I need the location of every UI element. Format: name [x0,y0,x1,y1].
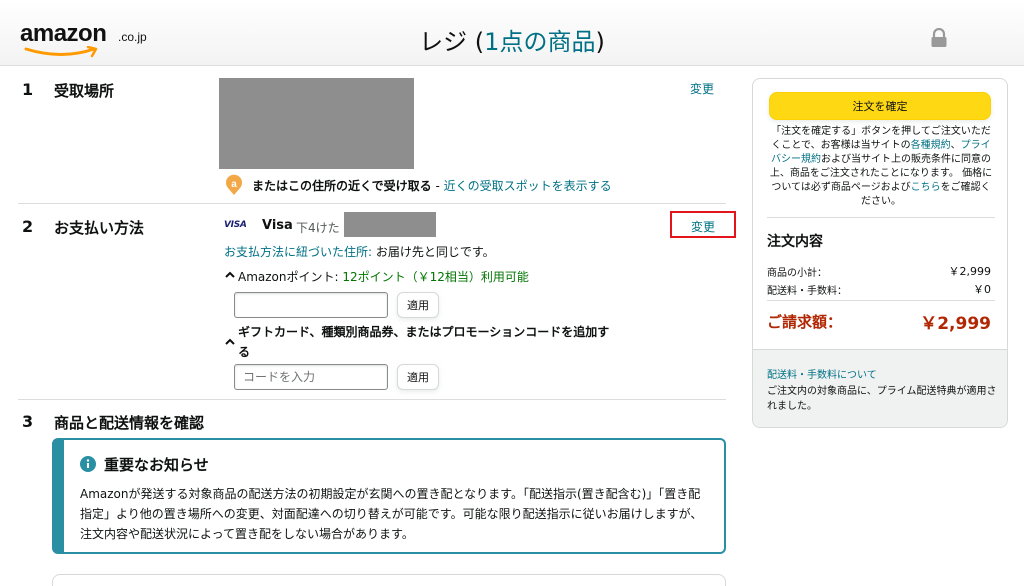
apply-code-button[interactable]: 適用 [397,364,439,390]
place-order-button[interactable]: 注文を確定 [769,92,991,120]
section-divider [18,399,726,400]
nearby-pickup-line: またはこの住所の近くで受け取る - 近くの受取スポットを表示する [252,179,612,193]
billing-address-link[interactable]: お支払方法に紐づいた住所: [224,245,372,259]
order-summary-panel: 注文を確定 「注文を確定する」ボタンを押してご注文いただくことで、お客様は当サイ… [752,78,1008,428]
amazon-points-line: Amazonポイント: 12ポイント（￥12相当）利用可能 [238,270,529,284]
amazon-pickup-pin-icon: a [226,174,242,195]
redacted-card-digits [344,212,436,237]
terms-link[interactable]: 各種規約 [911,140,951,151]
prime-shipping-text: ご注文内の対象商品に、プライム配送特典が適用されました。 [767,386,997,412]
promo-code-input[interactable] [234,364,388,390]
section-divider [18,203,726,204]
apply-points-button[interactable]: 適用 [397,292,439,318]
order-details-heading: 注文内容 [767,234,823,250]
chevron-up-icon[interactable] [224,336,236,348]
section-number-2: 2 [22,217,34,236]
redacted-address [219,78,414,169]
shipping-info-footer: 配送料・手数料について ご注文内の対象商品に、プライム配送特典が適用されました。 [753,349,1007,427]
change-payment-link[interactable]: 変更 [691,218,715,235]
chevron-up-icon[interactable] [224,269,236,281]
section-number-1: 1 [22,80,34,99]
info-icon [80,456,96,472]
summary-divider [767,217,995,218]
order-agreement-notice: 「注文を確定する」ボタンを押してご注文いただくことで、お客様は当サイトの各種規約… [769,126,993,207]
notice-title: 重要なお知らせ [104,456,209,474]
show-pickup-spots-link[interactable]: 近くの受取スポットを表示する [444,179,612,193]
gift-card-promo-label[interactable]: ギフトカード、種類別商品券、またはプロモーションコードを追加する [238,322,618,362]
item-count-link[interactable]: 1点の商品 [484,28,595,56]
visa-card-icon: VISA [224,220,247,230]
section-number-3: 3 [22,412,34,431]
page-title: レジ (1点の商品) [419,28,605,56]
important-notice-box: 重要なお知らせ Amazonが発送する対象商品の配送方法の初期設定が玄関への置き… [52,438,726,554]
subtotal-value: ￥2,999 [948,265,992,278]
change-pickup-link[interactable]: 変更 [690,80,714,97]
svg-text:a: a [231,179,237,190]
card-last-digits-label: 下4けた [296,221,340,235]
item-card [52,574,726,586]
shipping-fee-value: ￥0 [973,283,991,296]
order-total-value: ￥2,999 [920,314,991,334]
section-heading-review: 商品と配送情報を確認 [54,414,205,432]
summary-divider [767,300,995,301]
points-amount-input[interactable] [234,292,388,318]
billing-address-line: お支払方法に紐づいた住所: お届け先と同じです。 [224,245,495,259]
notice-body: Amazonが発送する対象商品の配送方法の初期設定が玄関への置き配となります。「… [80,487,703,541]
shipping-fee-label: 配送料・手数料： [767,286,847,297]
shipping-info-link[interactable]: 配送料・手数料について [767,366,877,381]
card-name: Visa [262,218,293,233]
checkout-header: amazon .co.jp レジ (1点の商品) [0,0,1024,66]
subtotal-label: 商品の小計： [767,268,827,279]
section-heading-payment: お支払い方法 [54,219,145,237]
order-total-label: ご請求額： [767,313,843,331]
section-heading-pickup: 受取場所 [54,82,115,100]
here-link[interactable]: こちら [911,182,941,193]
lock-icon [931,28,947,47]
